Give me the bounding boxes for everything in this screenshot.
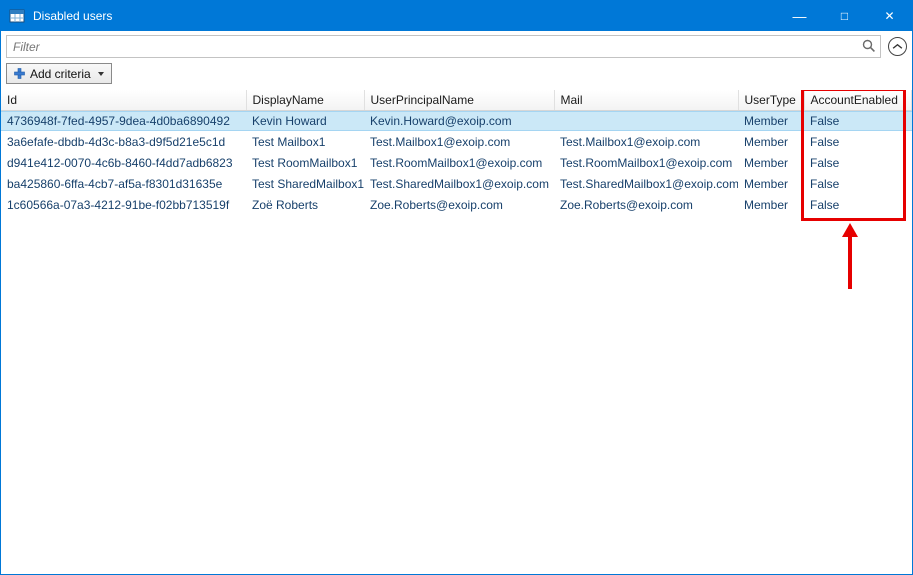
- criteria-row: Add criteria: [1, 61, 912, 90]
- table-cell: Test SharedMailbox1: [246, 173, 364, 194]
- table-cell: Test.Mailbox1@exoip.com: [364, 131, 554, 152]
- table-cell: Member: [738, 173, 804, 194]
- table-cell: Member: [738, 131, 804, 152]
- chevron-down-icon: [98, 72, 104, 76]
- table-cell: False: [804, 194, 912, 215]
- table-cell: 3a6efafe-dbdb-4d3c-b8a3-d9f5d21e5c1d: [1, 131, 246, 152]
- minimize-button[interactable]: —: [777, 1, 822, 31]
- column-header-displayname[interactable]: DisplayName: [246, 90, 364, 110]
- table-cell: Test Mailbox1: [246, 131, 364, 152]
- table-cell: Test.RoomMailbox1@exoip.com: [364, 152, 554, 173]
- table-cell: Test RoomMailbox1: [246, 152, 364, 173]
- column-header-usertype[interactable]: UserType: [738, 90, 804, 110]
- table-cell: 1c60566a-07a3-4212-91be-f02bb713519f: [1, 194, 246, 215]
- table-cell: Zoe.Roberts@exoip.com: [554, 194, 738, 215]
- table-row[interactable]: ba425860-6ffa-4cb7-af5a-f8301d31635eTest…: [1, 173, 912, 194]
- table-cell: False: [804, 152, 912, 173]
- table-header: IdDisplayNameUserPrincipalNameMailUserTy…: [1, 90, 912, 110]
- annotation-arrow-icon: [842, 223, 858, 289]
- table-cell: Member: [738, 194, 804, 215]
- table-cell: Zoë Roberts: [246, 194, 364, 215]
- filter-input-wrap: [6, 35, 881, 58]
- table-cell: Test.SharedMailbox1@exoip.com: [364, 173, 554, 194]
- collapse-criteria-button[interactable]: [888, 37, 907, 56]
- table-row[interactable]: 1c60566a-07a3-4212-91be-f02bb713519fZoë …: [1, 194, 912, 215]
- title-bar: Disabled users — □ ✕: [1, 1, 912, 31]
- table-cell: d941e412-0070-4c6b-8460-f4dd7adb6823: [1, 152, 246, 173]
- table-row[interactable]: d941e412-0070-4c6b-8460-f4dd7adb6823Test…: [1, 152, 912, 173]
- results-table: IdDisplayNameUserPrincipalNameMailUserTy…: [1, 90, 912, 215]
- table-cell: [554, 110, 738, 131]
- table-cell: Test.SharedMailbox1@exoip.com: [554, 173, 738, 194]
- table-row[interactable]: 4736948f-7fed-4957-9dea-4d0ba6890492Kevi…: [1, 110, 912, 131]
- plus-icon: [14, 68, 25, 79]
- table-cell: False: [804, 110, 912, 131]
- search-icon: [862, 39, 876, 53]
- table-cell: ba425860-6ffa-4cb7-af5a-f8301d31635e: [1, 173, 246, 194]
- chevron-up-icon: [892, 43, 903, 50]
- column-header-mail[interactable]: Mail: [554, 90, 738, 110]
- table-cell: False: [804, 173, 912, 194]
- window: Disabled users — □ ✕: [0, 0, 913, 575]
- table-cell: Kevin Howard: [246, 110, 364, 131]
- close-button[interactable]: ✕: [867, 1, 912, 31]
- column-header-accountenabled[interactable]: AccountEnabled: [804, 90, 912, 110]
- column-header-userprincipalname[interactable]: UserPrincipalName: [364, 90, 554, 110]
- add-criteria-label: Add criteria: [30, 67, 91, 81]
- add-criteria-button[interactable]: Add criteria: [6, 63, 112, 84]
- table-cell: Test.RoomMailbox1@exoip.com: [554, 152, 738, 173]
- table-cell: Kevin.Howard@exoip.com: [364, 110, 554, 131]
- window-title: Disabled users: [33, 9, 777, 23]
- table-cell: False: [804, 131, 912, 152]
- filter-input[interactable]: [6, 35, 881, 58]
- table-cell: Member: [738, 152, 804, 173]
- table-cell: 4736948f-7fed-4957-9dea-4d0ba6890492: [1, 110, 246, 131]
- window-controls: — □ ✕: [777, 1, 912, 31]
- filter-row: [1, 31, 912, 61]
- table-row[interactable]: 3a6efafe-dbdb-4d3c-b8a3-d9f5d21e5c1dTest…: [1, 131, 912, 152]
- table-cell: Zoe.Roberts@exoip.com: [364, 194, 554, 215]
- table-cell: Member: [738, 110, 804, 131]
- maximize-button[interactable]: □: [822, 1, 867, 31]
- column-header-id[interactable]: Id: [1, 90, 246, 110]
- table-cell: Test.Mailbox1@exoip.com: [554, 131, 738, 152]
- data-grid: IdDisplayNameUserPrincipalNameMailUserTy…: [1, 90, 912, 574]
- gridview-app-icon: [9, 8, 25, 24]
